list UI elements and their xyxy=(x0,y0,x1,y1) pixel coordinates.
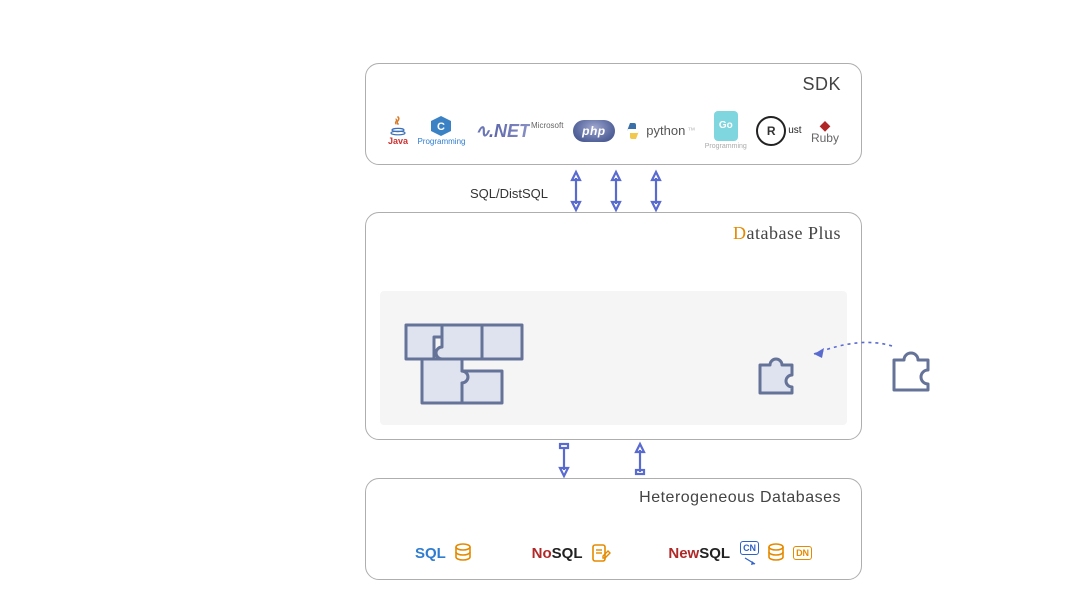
php-label: php xyxy=(573,120,615,142)
python-label: python xyxy=(646,124,685,137)
ruby-label: Ruby xyxy=(811,132,839,144)
het-row: SQL NoSQL xyxy=(386,541,841,565)
dotnet-logo: ∿ .NET Microsoft xyxy=(475,122,564,140)
cn-dn-icon: CN xyxy=(740,541,759,565)
arrows-bottom xyxy=(548,440,668,480)
java-label: Java xyxy=(388,137,408,146)
c-logo: C Programming xyxy=(417,115,465,146)
go-icon: Go xyxy=(714,111,738,141)
c-label: Programming xyxy=(417,138,465,146)
rust-rest: ust xyxy=(788,126,801,136)
java-logo: Java xyxy=(388,116,408,146)
rust-r: R xyxy=(767,125,776,137)
rust-icon: R xyxy=(756,116,786,146)
connector-label: SQL/DistSQL xyxy=(470,186,548,201)
dn-tag: DN xyxy=(793,546,812,560)
ruby-icon: ◆ xyxy=(820,118,831,132)
database-stack-icon-2 xyxy=(765,542,787,564)
cn-tag: CN xyxy=(740,541,759,555)
database-stack-icon xyxy=(452,542,474,564)
sdk-title: SDK xyxy=(802,74,841,95)
heterogeneous-db-box: Heterogeneous Databases SQL NoSQL xyxy=(365,478,862,580)
database-plus-title: Database Plus xyxy=(733,223,841,244)
c-icon: C xyxy=(429,115,453,137)
diagram-stage: SDK Java C Programming xyxy=(0,0,1080,607)
sdk-logo-row: Java C Programming ∿ .NET Microsoft php xyxy=(388,111,839,150)
sql-label: SQL xyxy=(415,545,446,562)
newsql-sql: SQL xyxy=(699,545,730,562)
arrows-top xyxy=(560,168,690,214)
het-nosql: NoSQL xyxy=(532,542,611,564)
plugin-arrow xyxy=(800,334,900,374)
go-logo: Go Programming xyxy=(705,111,747,150)
nosql-sql: SQL xyxy=(552,545,583,562)
dbplus-title-d: D xyxy=(733,223,747,243)
php-logo: php xyxy=(573,120,615,142)
puzzle-incoming-icon xyxy=(754,351,800,397)
python-icon xyxy=(624,122,646,140)
het-newsql: NewSQL CN DN xyxy=(668,541,812,565)
dotnet-label: .NET xyxy=(489,122,530,140)
het-title: Heterogeneous Databases xyxy=(639,489,841,507)
dbplus-title-rest: atabase Plus xyxy=(747,223,841,243)
python-logo: python ™ xyxy=(624,122,695,140)
nosql-no: No xyxy=(532,545,552,562)
het-sql: SQL xyxy=(415,542,474,564)
rust-logo: R ust xyxy=(756,116,801,146)
document-edit-icon xyxy=(589,542,611,564)
sdk-box: SDK Java C Programming xyxy=(365,63,862,165)
puzzle-cluster-icon xyxy=(402,321,532,417)
java-icon xyxy=(389,116,407,136)
dotnet-vendor: Microsoft xyxy=(531,122,563,130)
go-label: Go xyxy=(719,121,733,131)
ruby-logo: ◆ Ruby xyxy=(811,118,839,144)
go-sublabel: Programming xyxy=(705,143,747,150)
svg-text:C: C xyxy=(437,121,445,133)
newsql-new: New xyxy=(668,545,699,562)
database-plus-box: Database Plus xyxy=(365,212,862,440)
